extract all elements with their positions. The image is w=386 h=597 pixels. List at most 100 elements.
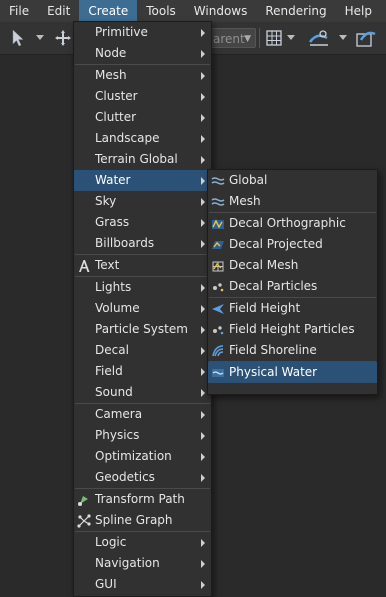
- menu-item-label: Mesh: [95, 68, 127, 82]
- menu-item-label: Field: [95, 364, 123, 378]
- create-item-text[interactable]: Text: [74, 255, 211, 276]
- water-item-physical-water[interactable]: Physical Water: [208, 362, 377, 383]
- water-item-field-height-particles[interactable]: Field Height Particles: [208, 319, 377, 340]
- submenu-arrow-icon: [201, 219, 205, 227]
- menu-item-label: Landscape: [95, 131, 160, 145]
- menu-file[interactable]: File: [0, 0, 38, 22]
- menu-item-label: Optimization: [95, 449, 172, 463]
- submenu-arrow-icon: [201, 326, 205, 334]
- chevron-down-icon[interactable]: [34, 26, 46, 50]
- submenu-arrow-icon: [201, 347, 205, 355]
- create-item-gui[interactable]: GUI: [74, 574, 211, 595]
- menu-create[interactable]: Create: [79, 0, 138, 22]
- create-item-cluster[interactable]: Cluster: [74, 86, 211, 107]
- text-icon: [77, 259, 91, 273]
- create-item-sound[interactable]: Sound: [74, 382, 211, 403]
- create-item-node[interactable]: Node: [74, 43, 211, 64]
- create-item-mesh[interactable]: Mesh: [74, 65, 211, 86]
- menu-item-label: Physics: [95, 428, 140, 442]
- create-item-billboards[interactable]: Billboards: [74, 233, 211, 254]
- create-item-navigation[interactable]: Navigation: [74, 553, 211, 574]
- menu-item-label: Water: [95, 173, 131, 187]
- create-item-sky[interactable]: Sky: [74, 191, 211, 212]
- toolbar-separator: [259, 28, 260, 48]
- water-item-decal-particles[interactable]: Decal Particles: [208, 276, 377, 297]
- menu-item-label: Text: [95, 258, 120, 272]
- create-menu: Primitive Node Mesh Cluster Clutter Landscape…: [73, 21, 212, 597]
- spline-graph-icon: [77, 514, 91, 528]
- menu-item-label: Decal Projected: [229, 237, 323, 251]
- menu-windows[interactable]: Windows: [185, 0, 257, 22]
- decal-projected-icon: [211, 238, 225, 252]
- create-item-lights[interactable]: Lights: [74, 277, 211, 298]
- submenu-arrow-icon: [201, 581, 205, 589]
- submenu-arrow-icon: [201, 560, 205, 568]
- create-item-volume[interactable]: Volume: [74, 298, 211, 319]
- surface-snap-icon[interactable]: [306, 26, 332, 50]
- menu-item-label: Node: [95, 46, 127, 60]
- grid-snap-icon[interactable]: [264, 26, 284, 50]
- menu-item-label: Physical Water: [229, 365, 318, 379]
- create-item-water[interactable]: Water: [74, 170, 211, 191]
- water-item-mesh[interactable]: Mesh: [208, 191, 377, 212]
- create-item-primitive[interactable]: Primitive: [74, 22, 211, 43]
- create-item-geodetics[interactable]: Geodetics: [74, 467, 211, 488]
- water-item-decal-orthographic[interactable]: Decal Orthographic: [208, 213, 377, 234]
- create-item-optimization[interactable]: Optimization: [74, 446, 211, 467]
- menu-item-label: Sky: [95, 194, 117, 208]
- submenu-arrow-icon: [201, 539, 205, 547]
- create-item-terrain-global[interactable]: Terrain Global: [74, 149, 211, 170]
- water-item-field-shoreline[interactable]: Field Shoreline: [208, 340, 377, 361]
- menu-item-label: Sound: [95, 385, 133, 399]
- menu-item-label: Lights: [95, 280, 132, 294]
- field-height-icon: [211, 302, 225, 316]
- create-item-camera[interactable]: Camera: [74, 404, 211, 425]
- chevron-down-icon[interactable]: [286, 26, 296, 50]
- water-mesh-icon: [211, 195, 225, 209]
- water-item-field-height[interactable]: Field Height: [208, 298, 377, 319]
- create-item-grass[interactable]: Grass: [74, 212, 211, 233]
- create-item-field[interactable]: Field: [74, 361, 211, 382]
- submenu-arrow-icon: [201, 453, 205, 461]
- water-item-decal-projected[interactable]: Decal Projected: [208, 234, 377, 255]
- menu-item-label: Global: [229, 173, 268, 187]
- submenu-arrow-icon: [201, 198, 205, 206]
- menu-tools[interactable]: Tools: [137, 0, 185, 22]
- menu-edit[interactable]: Edit: [38, 0, 79, 22]
- submenu-arrow-icon: [201, 432, 205, 440]
- menu-item-label: Camera: [95, 407, 143, 421]
- menu-item-label: Decal Mesh: [229, 258, 299, 272]
- submenu-arrow-icon: [201, 368, 205, 376]
- create-item-clutter[interactable]: Clutter: [74, 107, 211, 128]
- chevron-down-icon: ▼: [244, 34, 251, 44]
- create-item-transform-path[interactable]: Transform Path: [74, 489, 211, 510]
- field-height-particles-icon: [211, 323, 225, 337]
- submenu-arrow-icon: [201, 177, 205, 185]
- create-item-spline-graph[interactable]: Spline Graph: [74, 510, 211, 531]
- create-item-landscape[interactable]: Landscape: [74, 128, 211, 149]
- menu-item-label: Terrain Global: [95, 152, 178, 166]
- physical-water-icon: [211, 366, 225, 380]
- create-item-logic[interactable]: Logic: [74, 532, 211, 553]
- move-icon[interactable]: [52, 26, 74, 50]
- decal-particles-icon: [211, 280, 225, 294]
- water-item-decal-mesh[interactable]: Decal Mesh: [208, 255, 377, 276]
- placement-snap-icon[interactable]: [354, 26, 378, 50]
- menubar: File Edit Create Tools Windows Rendering Help: [0, 0, 386, 22]
- menu-rendering[interactable]: Rendering: [256, 0, 335, 22]
- select-arrow-icon[interactable]: [8, 26, 28, 50]
- submenu-arrow-icon: [201, 156, 205, 164]
- create-item-decal[interactable]: Decal: [74, 340, 211, 361]
- menu-item-label: Billboards: [95, 236, 155, 250]
- menu-item-label: Transform Path: [95, 492, 185, 506]
- create-item-physics[interactable]: Physics: [74, 425, 211, 446]
- menu-item-label: Particle System: [95, 322, 188, 336]
- chevron-down-icon[interactable]: [338, 26, 348, 50]
- create-item-particle-system[interactable]: Particle System: [74, 319, 211, 340]
- submenu-arrow-icon: [201, 114, 205, 122]
- submenu-arrow-icon: [201, 474, 205, 482]
- submenu-arrow-icon: [201, 305, 205, 313]
- water-item-global[interactable]: Global: [208, 170, 377, 191]
- menu-item-label: Mesh: [229, 194, 261, 208]
- menu-help[interactable]: Help: [336, 0, 381, 22]
